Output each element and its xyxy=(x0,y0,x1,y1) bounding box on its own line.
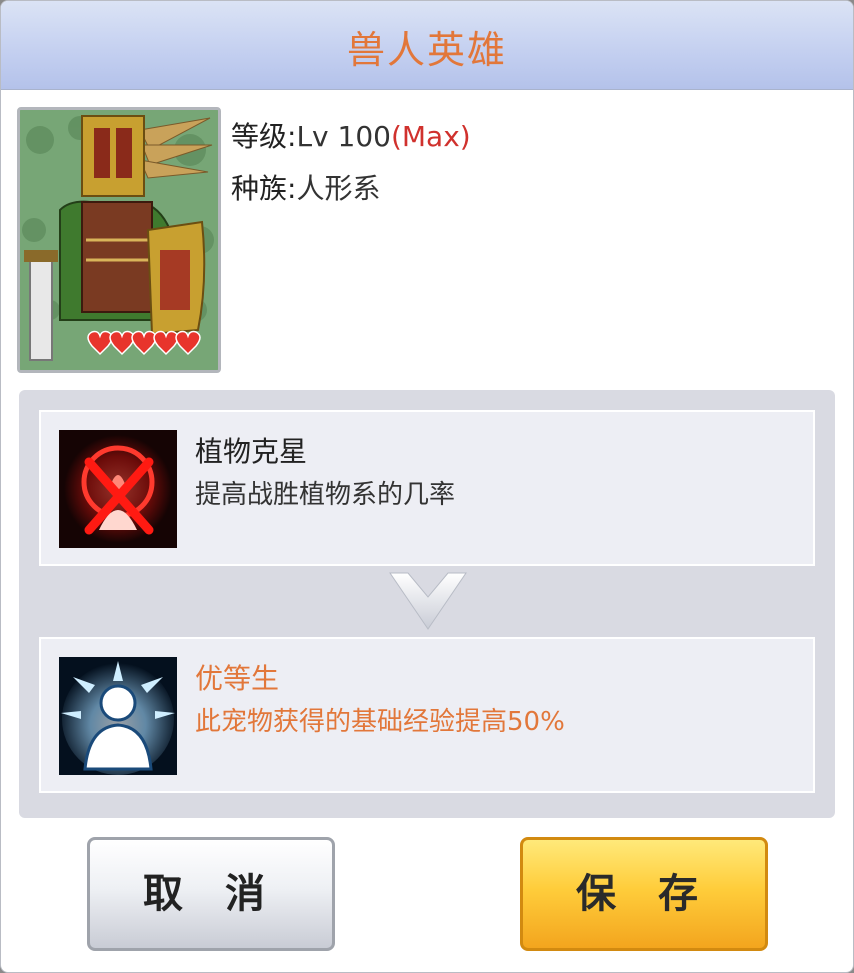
level-value: Lv 100 xyxy=(296,120,391,153)
current-skill-description: 提高战胜植物系的几率 xyxy=(195,480,456,510)
race-line: 种族:人形系 xyxy=(231,167,380,207)
crossed-plant-icon xyxy=(59,430,177,548)
level-label: 等级: xyxy=(231,120,297,153)
race-value: 人形系 xyxy=(296,172,381,205)
pet-skill-dialog: 兽人英雄 等级:Lv 100(Max) 种族:人形系 植物克星 提高战胜植物系的… xyxy=(0,0,854,973)
level-max: (Max) xyxy=(390,120,471,153)
current-skill-name: 植物克星 xyxy=(195,435,308,468)
new-skill-card: 优等生 此宠物获得的基础经验提高50% xyxy=(39,637,815,793)
pet-portrait xyxy=(17,107,221,373)
race-label: 种族: xyxy=(231,172,297,205)
title-bar: 兽人英雄 xyxy=(1,1,853,90)
level-line: 等级:Lv 100(Max) xyxy=(231,115,471,155)
dialog-title: 兽人英雄 xyxy=(346,28,507,72)
current-skill-card: 植物克星 提高战胜植物系的几率 xyxy=(39,410,815,566)
glowing-person-icon xyxy=(59,657,177,775)
arrow-down-icon xyxy=(386,571,470,631)
new-skill-name: 优等生 xyxy=(195,662,280,695)
orc-hero-portrait-icon xyxy=(20,110,218,370)
new-skill-description: 此宠物获得的基础经验提高50% xyxy=(195,707,565,737)
cancel-button[interactable]: 取 消 xyxy=(87,837,335,951)
save-button[interactable]: 保 存 xyxy=(520,837,768,951)
